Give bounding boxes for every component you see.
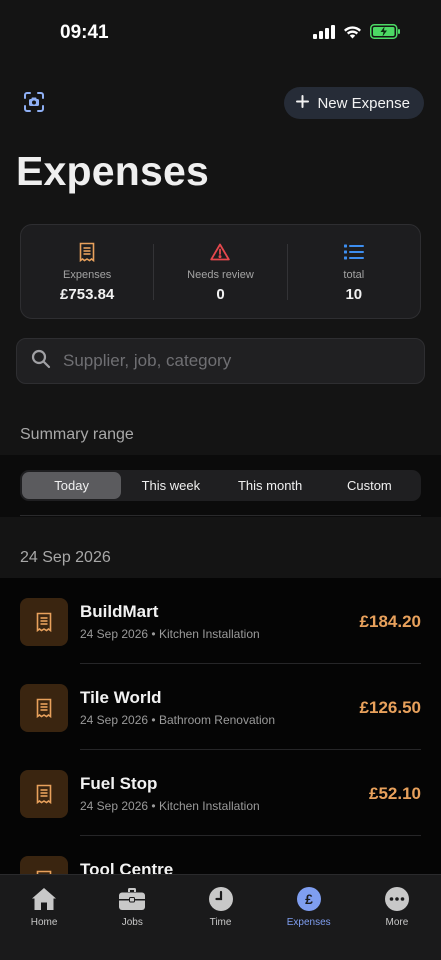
receipt-icon	[20, 770, 68, 818]
tab-more[interactable]: More	[353, 875, 441, 960]
expense-supplier: BuildMart	[80, 602, 159, 621]
briefcase-icon	[118, 885, 146, 913]
segment-custom[interactable]: Custom	[320, 472, 419, 499]
expense-date: 24 Sep 2026	[80, 713, 149, 727]
camera-scan-icon	[23, 91, 45, 118]
expense-amount: £184.20	[359, 612, 421, 631]
receipt-icon	[20, 598, 68, 646]
stat-total-value: 10	[345, 285, 363, 303]
search-input[interactable]	[63, 351, 393, 371]
tab-time[interactable]: Time	[176, 875, 264, 960]
stat-expenses-label: Expenses	[63, 268, 112, 281]
signal-icon	[313, 24, 335, 44]
status-icons	[313, 24, 401, 44]
pound-icon: £	[296, 885, 322, 913]
stat-expenses: Expenses £753.84	[21, 225, 153, 318]
stat-total: total 10	[288, 225, 420, 318]
list-icon	[343, 241, 364, 263]
summary-range-label: Summary range	[20, 426, 134, 443]
date-section-header: 24 Sep 2026	[20, 549, 111, 566]
tab-home[interactable]: Home	[0, 875, 88, 960]
expense-job: Kitchen Installation	[158, 799, 260, 813]
scan-receipt-button[interactable]	[20, 90, 48, 118]
stat-expenses-value: £753.84	[60, 285, 115, 303]
stat-needs-review-value: 0	[216, 285, 225, 303]
search-icon	[31, 349, 51, 374]
list-item[interactable]: BuildMart 24 Sep 2026 • Kitchen Installa…	[0, 578, 441, 664]
wifi-icon	[343, 25, 362, 44]
stat-needs-review: Needs review 0	[154, 225, 286, 318]
segment-this-month[interactable]: This month	[221, 472, 320, 499]
new-expense-button[interactable]: New Expense	[284, 87, 424, 119]
stats-card: Expenses £753.84 Needs review 0 total 10	[20, 224, 421, 319]
list-item[interactable]: Fuel Stop 24 Sep 2026 • Kitchen Installa…	[0, 750, 441, 836]
summary-range-control: Today This week This month Custom	[20, 470, 421, 501]
clock-icon	[208, 885, 234, 913]
expense-date: 24 Sep 2026	[80, 627, 149, 641]
tab-label: Jobs	[121, 917, 143, 928]
tab-jobs[interactable]: Jobs	[88, 875, 176, 960]
expense-amount: £126.50	[359, 698, 421, 717]
house-icon	[31, 885, 57, 913]
expense-date: 24 Sep 2026	[80, 799, 149, 813]
expense-amount: £52.10	[369, 784, 421, 803]
svg-text:£: £	[305, 891, 313, 907]
receipt-icon	[20, 856, 68, 875]
new-expense-label: New Expense	[317, 94, 410, 112]
expense-meta: 24 Sep 2026 • Kitchen Installation	[80, 799, 260, 813]
tab-expenses[interactable]: £ Expenses	[265, 875, 353, 960]
tab-bar: Home Jobs Time £ Expenses More	[0, 874, 441, 960]
expense-list: BuildMart 24 Sep 2026 • Kitchen Installa…	[0, 578, 441, 875]
tab-label: Home	[30, 917, 58, 928]
stat-total-label: total	[343, 268, 365, 281]
stat-needs-review-label: Needs review	[187, 268, 254, 281]
receipt-icon	[79, 241, 95, 263]
expense-meta: 24 Sep 2026 • Bathroom Renovation	[80, 713, 276, 727]
expense-supplier: Tile World	[80, 688, 162, 707]
expense-meta: 24 Sep 2026 • Kitchen Installation	[80, 627, 260, 641]
tab-label: More	[385, 917, 409, 928]
page-title: Expenses	[16, 148, 210, 194]
status-bar: 09:41	[0, 0, 441, 66]
list-item[interactable]: Tool Centre	[0, 836, 441, 875]
segment-today[interactable]: Today	[22, 472, 122, 499]
list-item[interactable]: Tile World 24 Sep 2026 • Bathroom Renova…	[0, 664, 441, 750]
search-box[interactable]	[16, 338, 425, 384]
tab-label: Expenses	[286, 917, 331, 928]
expense-job: Bathroom Renovation	[158, 713, 276, 727]
divider	[20, 515, 421, 516]
tab-label: Time	[209, 917, 232, 928]
segment-this-week[interactable]: This week	[121, 472, 220, 499]
expense-job: Kitchen Installation	[158, 627, 260, 641]
ellipsis-icon	[384, 885, 410, 913]
warning-icon	[210, 241, 231, 263]
receipt-icon	[20, 684, 68, 732]
expense-supplier: Tool Centre	[80, 860, 174, 875]
battery-icon	[370, 24, 401, 44]
expense-supplier: Fuel Stop	[80, 774, 158, 793]
status-time: 09:41	[60, 22, 109, 43]
plus-icon	[296, 94, 310, 112]
